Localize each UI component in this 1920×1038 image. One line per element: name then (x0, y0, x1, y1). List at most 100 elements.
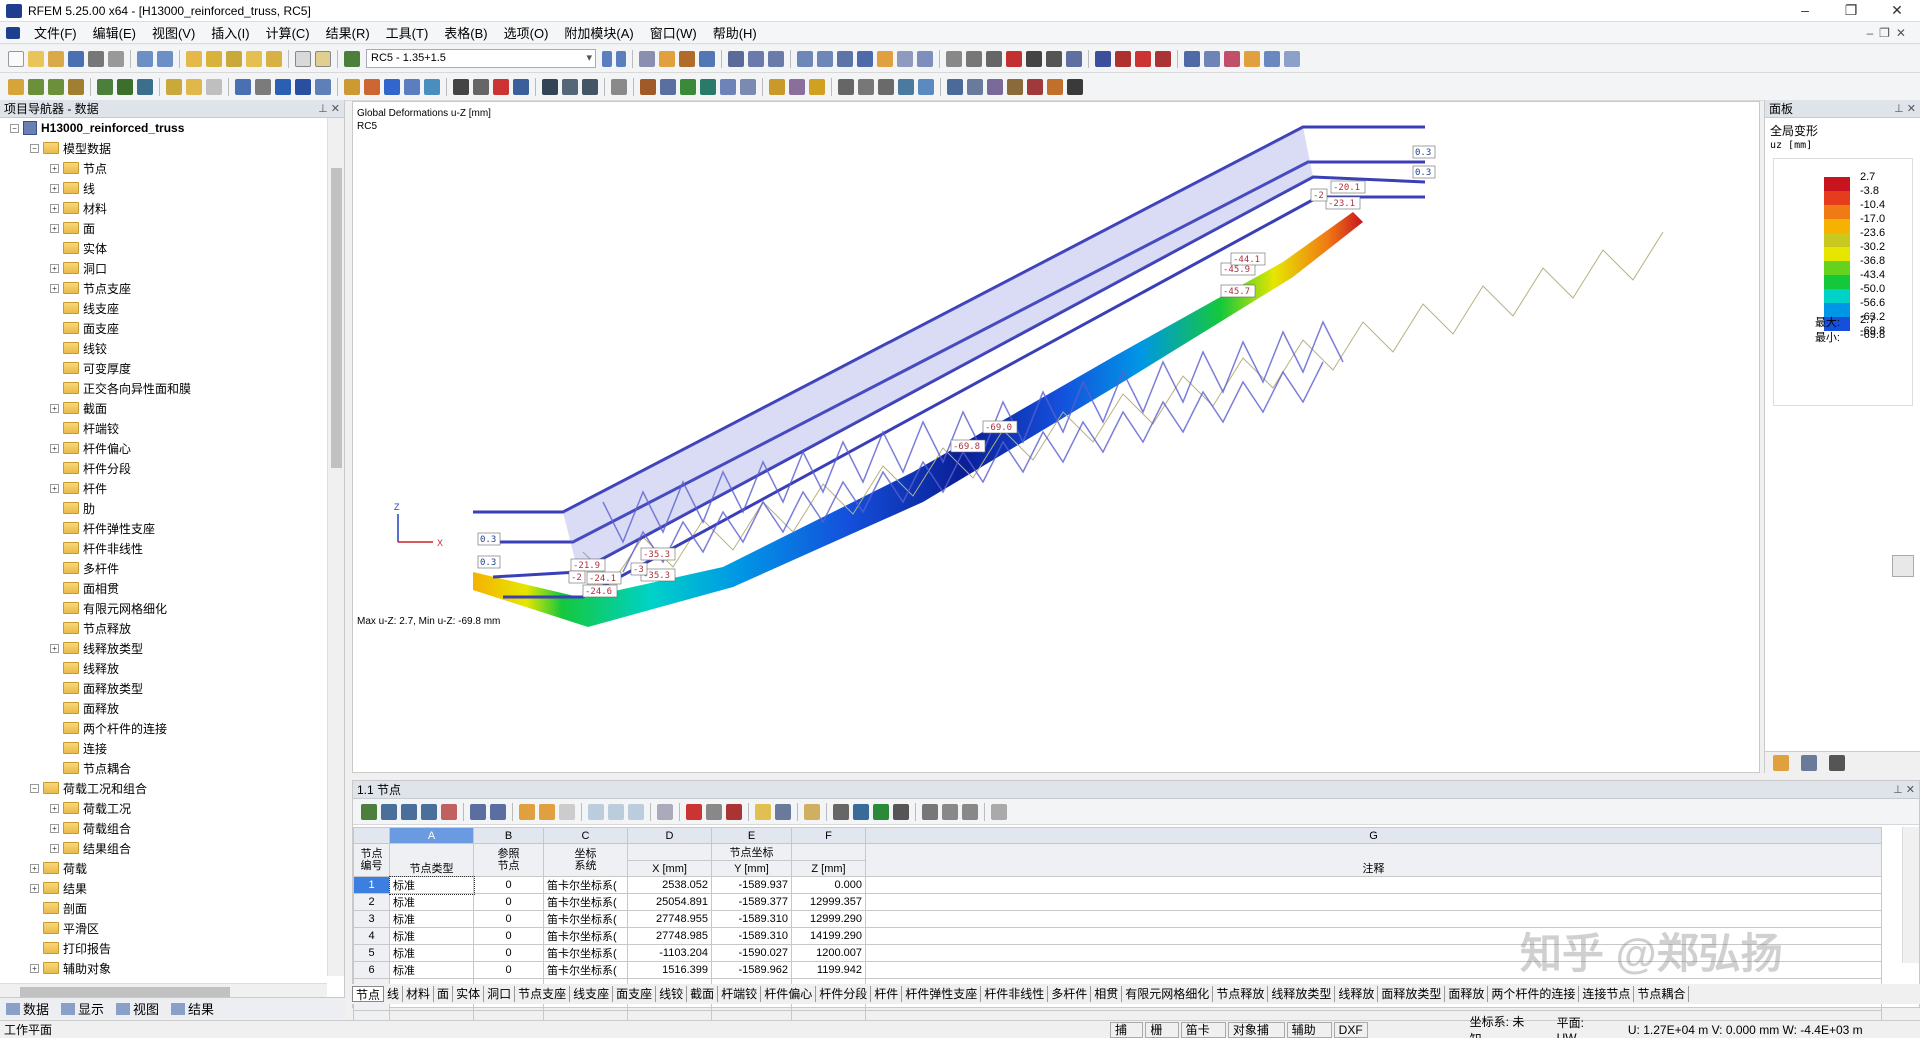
mesh-icon[interactable] (680, 78, 696, 95)
next-loadcase-icon[interactable] (616, 50, 626, 67)
sheet-tab[interactable]: 节点耦合 (1634, 986, 1690, 1002)
generate-icon[interactable] (720, 78, 736, 95)
tree-item[interactable]: + 杆件 (0, 478, 327, 498)
line-icon[interactable] (28, 78, 44, 95)
expand-icon[interactable]: + (50, 223, 59, 233)
table-first-icon[interactable] (381, 803, 397, 820)
menu-file[interactable]: 文件(F) (26, 23, 85, 42)
table-prev-icon[interactable] (401, 803, 417, 820)
sheet-tab[interactable]: 杆件弹性支座 (902, 986, 982, 1002)
open-icon[interactable] (28, 50, 44, 67)
tree-item[interactable]: 线释放 (0, 658, 327, 678)
edit-panel-icon[interactable] (1829, 755, 1845, 771)
tree-item[interactable]: 实体 (0, 238, 327, 258)
tree-item[interactable]: 杆件分段 (0, 458, 327, 478)
sheet-tab[interactable]: 面释放 (1445, 986, 1489, 1002)
values-icon[interactable] (699, 50, 715, 67)
expand-icon[interactable]: + (30, 883, 39, 893)
load-solid-icon[interactable] (424, 78, 440, 95)
lock-icon[interactable] (991, 803, 1007, 820)
check-icon[interactable] (660, 78, 676, 95)
tree-item[interactable]: + 节点支座 (0, 278, 327, 298)
addon-icon[interactable] (947, 78, 963, 95)
sheet-tab[interactable]: 洞口 (484, 986, 516, 1002)
nav-tab-display[interactable]: 显示 (55, 999, 110, 1018)
redo-icon[interactable] (157, 50, 173, 67)
expand-icon[interactable]: + (50, 263, 59, 273)
cell-x[interactable]: 27748.985 (627, 927, 712, 945)
pin-icon[interactable]: ⊥ ✕ (318, 102, 340, 115)
menu-results[interactable]: 结果(R) (318, 23, 378, 42)
steel-icon[interactable] (967, 78, 983, 95)
cell-x[interactable]: -1103.204 (627, 944, 712, 962)
tree-item[interactable]: 连接 (0, 738, 327, 758)
table-delete-row-icon[interactable] (608, 803, 624, 820)
table-pin-icon[interactable]: ⊥ ✕ (1893, 783, 1915, 796)
sheet-tab[interactable]: 面释放类型 (1378, 986, 1446, 1002)
expand-icon[interactable]: + (50, 643, 59, 653)
rotate-icon[interactable] (295, 78, 311, 95)
tree-item[interactable]: + 洞口 (0, 258, 327, 278)
zoom-icon[interactable] (1892, 555, 1914, 577)
loadcase-select[interactable]: RC5 - 1.35+1.5 (366, 49, 596, 68)
cell-ref[interactable]: 0 (473, 961, 544, 979)
tree-item[interactable]: 面支座 (0, 318, 327, 338)
tree-item[interactable]: 剖面 (0, 898, 327, 918)
tree-item[interactable]: + 结果组合 (0, 838, 327, 858)
intersect-icon[interactable] (493, 78, 509, 95)
cell-cs[interactable]: 笛卡尔坐标系( (543, 876, 628, 894)
table-filter2-icon[interactable] (922, 803, 938, 820)
nav-tab-data[interactable]: 数据 (0, 999, 55, 1018)
col-f[interactable]: F (791, 827, 866, 844)
sheet-tab[interactable]: 线 (384, 986, 404, 1002)
cartesian-toggle[interactable]: 笛卡尔 (1180, 1021, 1226, 1038)
cell-no[interactable]: 3 (353, 910, 390, 928)
expand-icon[interactable]: + (50, 403, 59, 413)
table-scrollbar[interactable] (1902, 827, 1919, 963)
concrete-icon[interactable] (987, 78, 1003, 95)
col-d[interactable]: D (627, 827, 712, 844)
loadcase-icon[interactable] (344, 50, 360, 67)
render-icon[interactable] (877, 50, 893, 67)
collapse-icon[interactable]: − (10, 123, 19, 133)
fx-clear-icon[interactable] (962, 803, 978, 820)
tree-item[interactable]: 正交各向异性面和膜 (0, 378, 327, 398)
tree-item[interactable]: + 荷载组合 (0, 818, 327, 838)
cell-x[interactable]: 27748.955 (627, 910, 712, 928)
nav-tab-view[interactable]: 视图 (110, 999, 165, 1018)
expand-icon[interactable]: + (50, 283, 59, 293)
cell-no[interactable]: 5 (353, 944, 390, 962)
tree-item[interactable]: 可变厚度 (0, 358, 327, 378)
object-snap-toggle[interactable]: 对象捕捉 (1227, 1021, 1285, 1038)
magnify-icon[interactable] (226, 50, 242, 67)
table-export-icon[interactable] (490, 803, 506, 820)
tree-item[interactable]: 线支座 (0, 298, 327, 318)
block-icon[interactable] (769, 78, 785, 95)
background-icon[interactable] (918, 78, 934, 95)
cell-ref[interactable]: 0 (473, 944, 544, 962)
tool-icon[interactable] (1026, 50, 1042, 67)
measure-icon[interactable] (946, 50, 962, 67)
arc-icon[interactable] (68, 78, 84, 95)
menu-options[interactable]: 选项(O) (496, 23, 557, 42)
document-icon[interactable] (6, 26, 20, 39)
workplane-icon[interactable] (858, 78, 874, 95)
tree-item[interactable]: + 面 (0, 218, 327, 238)
zoom-window-icon[interactable] (837, 50, 853, 67)
connection-icon[interactable] (1047, 78, 1063, 95)
cell-z[interactable]: 14199.290 (791, 927, 866, 945)
fx-icon[interactable] (942, 803, 958, 820)
model-viewport[interactable]: Global Deformations u-Z [mm] RC5 0.3 0.3… (352, 101, 1760, 773)
undo-icon[interactable] (137, 50, 153, 67)
table-calc-icon[interactable] (893, 803, 909, 820)
grid-icon[interactable] (797, 50, 813, 67)
sheet-tab[interactable]: 面 (434, 986, 454, 1002)
move-icon[interactable] (275, 78, 291, 95)
tree-item[interactable]: + 节点 (0, 158, 327, 178)
tools-icon[interactable] (1184, 50, 1200, 67)
restore-icon[interactable]: ❐ (1828, 2, 1874, 19)
snap-icon[interactable] (740, 78, 756, 95)
col-e[interactable]: E (711, 827, 792, 844)
sheet-tab[interactable]: 多杆件 (1048, 986, 1092, 1002)
cell-y[interactable]: -1589.310 (711, 910, 792, 928)
